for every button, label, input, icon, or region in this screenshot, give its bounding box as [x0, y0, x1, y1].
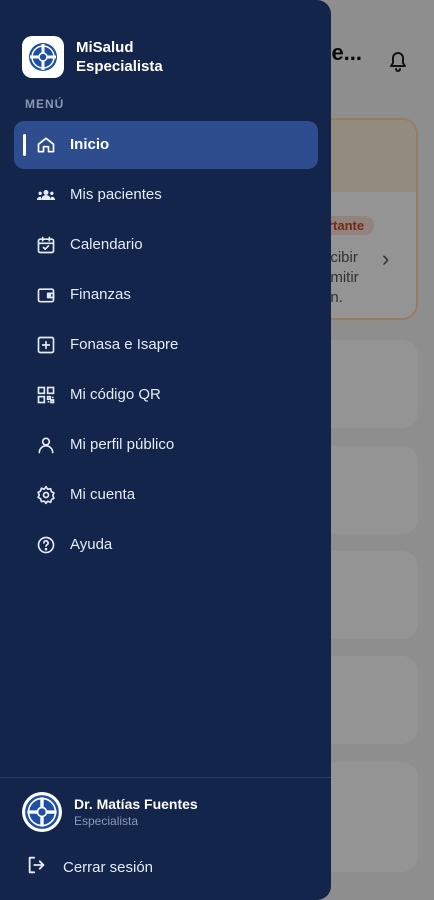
profile-name: Dr. Matías Fuentes	[74, 796, 198, 812]
nav-item-finanzas[interactable]: Finanzas	[14, 271, 318, 319]
navigation-drawer: MiSalud Especialista MENÚ Inicio Mis pac…	[0, 0, 331, 900]
brand-name-line1: MiSalud	[76, 39, 134, 56]
user-icon	[36, 435, 56, 455]
user-profile[interactable]: Dr. Matías Fuentes Especialista	[22, 792, 198, 832]
nav-item-label: Mi cuenta	[70, 486, 136, 503]
nav-list: Inicio Mis pacientes Calendario Finanzas…	[14, 121, 318, 571]
nav-item-label: Ayuda	[70, 536, 113, 553]
home-icon	[36, 135, 56, 155]
logout-icon	[26, 854, 48, 881]
nav-item-inicio[interactable]: Inicio	[14, 121, 318, 169]
app-logo-icon	[22, 36, 64, 78]
nav-item-mis-pacientes[interactable]: Mis pacientes	[14, 171, 318, 219]
nav-item-fonasa-isapre[interactable]: Fonasa e Isapre	[14, 321, 318, 369]
brand: MiSalud Especialista	[22, 36, 163, 78]
nav-item-codigo-qr[interactable]: Mi código QR	[14, 371, 318, 419]
divider	[0, 777, 331, 778]
calendar-icon	[36, 235, 56, 255]
nav-item-perfil-publico[interactable]: Mi perfil público	[14, 421, 318, 469]
brand-name-line2: Especialista	[76, 58, 163, 75]
nav-item-label: Calendario	[70, 236, 143, 253]
nav-item-label: Inicio	[70, 136, 110, 153]
logout-button[interactable]: Cerrar sesión	[26, 854, 153, 881]
plus-square-icon	[36, 335, 56, 355]
menu-section-label: MENÚ	[25, 97, 65, 111]
nav-item-mi-cuenta[interactable]: Mi cuenta	[14, 471, 318, 519]
nav-item-label: Mi código QR	[70, 386, 161, 403]
nav-item-label: Mis pacientes	[70, 186, 162, 203]
wallet-icon	[36, 285, 56, 305]
gear-icon	[36, 485, 56, 505]
avatar	[22, 792, 62, 832]
patients-icon	[36, 185, 56, 205]
help-icon	[36, 535, 56, 555]
nav-item-calendario[interactable]: Calendario	[14, 221, 318, 269]
qr-code-icon	[36, 385, 56, 405]
nav-item-ayuda[interactable]: Ayuda	[14, 521, 318, 569]
profile-role: Especialista	[74, 814, 139, 828]
nav-item-label: Finanzas	[70, 286, 131, 303]
logout-label: Cerrar sesión	[63, 859, 154, 876]
nav-item-label: Mi perfil público	[70, 436, 175, 453]
nav-item-label: Fonasa e Isapre	[70, 336, 179, 353]
